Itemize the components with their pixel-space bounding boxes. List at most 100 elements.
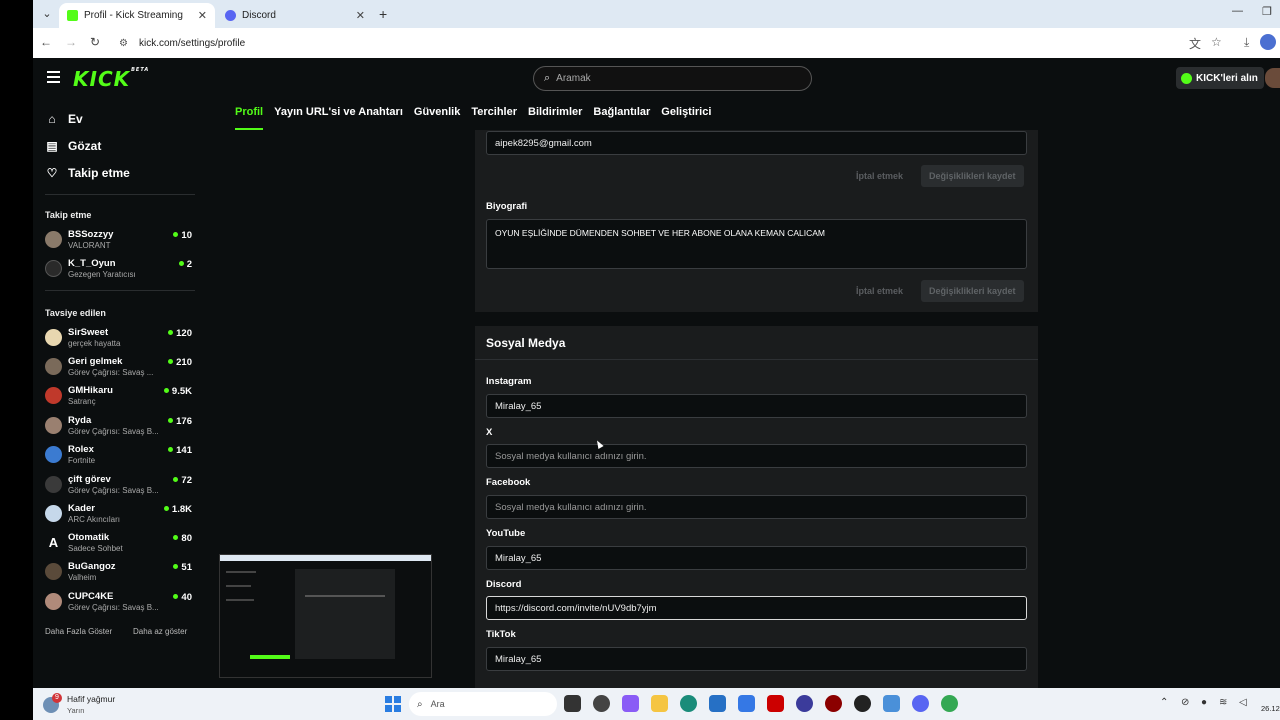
user-avatar[interactable] [1265,68,1280,88]
search-input[interactable] [556,73,757,84]
minimize-icon[interactable]: — [1232,5,1243,17]
chrome-icon[interactable] [941,695,958,712]
x-field[interactable]: Sosyal medya kullanıcı adınızı girin. [486,444,1027,468]
discord-icon[interactable] [912,695,929,712]
channel-item-recommended[interactable]: CUPC4KE Görev Çağrısı: Savaş B... 40 [45,590,192,618]
menu-icon[interactable] [47,71,60,83]
discord-favicon-icon [225,10,236,21]
tab-stream-url-key[interactable]: Yayın URL'si ve Anahtarı [274,106,403,130]
close-icon[interactable]: ✕ [198,9,207,22]
reload-icon[interactable]: ↻ [87,35,103,49]
channel-item-recommended[interactable]: GMHikaru Satranç 9.5K [45,384,192,412]
channel-item-recommended[interactable]: BuGangoz Valheim 51 [45,560,192,588]
instagram-field[interactable]: Miralay_65 [486,394,1027,418]
channel-name: CUPC4KE [68,591,114,602]
channel-item-recommended[interactable]: Rolex Fortnite 141 [45,443,192,471]
back-icon[interactable]: ← [38,35,54,49]
mail-icon[interactable] [738,695,755,712]
steam-icon[interactable] [854,695,871,712]
preview-line [250,655,290,659]
channel-item-following[interactable]: BSSozzyy VALORANT 10 [45,228,192,256]
facebook-field[interactable]: Sosyal medya kullanıcı adınızı girin. [486,495,1027,519]
file-explorer-icon[interactable] [651,695,668,712]
taskbar-search[interactable]: ⌕ Ara [409,692,557,716]
save-changes-button[interactable]: Değişiklikleri kaydet [921,165,1024,187]
channel-name: GMHikaru [68,385,113,396]
tab-strip: ⌄ Profil - Kick Streaming ✕ Discord ✕ + … [33,0,1280,28]
tab-connections[interactable]: Bağlantılar [593,106,650,130]
discord-field[interactable]: https://discord.com/invite/nUV9db7yjm [486,596,1027,620]
search-box[interactable]: ⌕ [533,66,812,91]
site-info-icon[interactable]: ⚙ [119,38,131,49]
tiktok-field[interactable]: Miralay_65 [486,647,1027,671]
kick-logo[interactable]: KICKBETA [73,67,149,91]
viewer-count: 9.5K [164,386,192,397]
sidebar-item-browse[interactable]: ▤ Gözat [45,139,101,153]
edge-icon[interactable] [680,695,697,712]
viewer-count: 2 [179,259,192,270]
cancel-button[interactable]: İptal etmek [856,171,903,181]
tab-preferences[interactable]: Tercihler [471,106,517,130]
preview-line [226,599,254,601]
tab-profile[interactable]: Profil [235,106,264,130]
clock-date[interactable]: 26.12 [1261,704,1280,713]
store-icon[interactable] [709,695,726,712]
x-label: X [486,427,493,438]
capture-icon[interactable] [767,695,784,712]
new-tab-icon[interactable]: + [379,6,387,22]
sidebar-divider [45,290,195,291]
bio-textarea[interactable]: OYUN EŞLİĞİNDE DÜMENDEN SOHBET VE HER AB… [486,219,1027,269]
copilot-icon[interactable] [622,695,639,712]
close-icon[interactable]: ✕ [356,9,365,22]
channel-item-recommended[interactable]: Ryda Görev Çağrısı: Savaş B... 176 [45,414,192,442]
channel-item-recommended[interactable]: SirSweet gerçek hayatta 120 [45,326,192,354]
profile-avatar-icon[interactable] [1260,34,1276,50]
tab-kick[interactable]: Profil - Kick Streaming ✕ [59,3,215,28]
forward-icon[interactable]: → [63,35,79,49]
tab-list-icon[interactable]: ⌄ [39,6,55,22]
youtube-field[interactable]: Miralay_65 [486,546,1027,570]
sidebar-item-following[interactable]: ♡ Takip etme [45,166,130,180]
microphone-icon[interactable]: ● [1201,697,1207,708]
chevron-up-icon[interactable]: ⌃ [1160,697,1168,708]
save-changes-button[interactable]: Değişiklikleri kaydet [921,280,1024,302]
tab-discord[interactable]: Discord ✕ [217,3,373,28]
tab-developer[interactable]: Geliştirici [661,106,711,130]
avatar [45,563,62,580]
windows-start-icon[interactable] [385,696,401,712]
email-field[interactable]: aipek8295@gmail.com [486,131,1027,155]
sidebar-item-home[interactable]: ⌂ Ev [45,112,82,126]
address-bar[interactable]: ⚙ kick.com/settings/profile [111,32,1173,54]
volume-icon[interactable]: ◁ [1239,697,1247,708]
channel-name: Rolex [68,444,94,455]
settings-icon[interactable] [883,695,900,712]
cancel-button[interactable]: İptal etmek [856,286,903,296]
tab-security[interactable]: Güvenlik [414,106,460,130]
viewer-count: 141 [168,445,192,456]
channel-item-recommended[interactable]: çift görev Görev Çağrısı: Savaş B... 72 [45,473,192,501]
channel-category: Görev Çağrısı: Savaş B... [68,603,159,612]
translate-icon[interactable]: 文 [1189,35,1201,52]
show-more-link[interactable]: Daha Fazla Göster [45,627,112,636]
channel-item-recommended[interactable]: Kader ARC Akıncıları 1.8K [45,502,192,530]
get-kicks-label: KICK'leri alın [1196,72,1258,84]
channel-item-recommended[interactable]: Geri gelmek Görev Çağrısı: Savaş ... 210 [45,355,192,383]
avatar [45,446,62,463]
obs-icon[interactable] [593,695,610,712]
wifi-icon[interactable]: ≋ [1219,697,1227,708]
channel-item-recommended[interactable]: A Otomatik Sadece Sohbet 80 [45,531,192,559]
channel-item-following[interactable]: K_T_Oyun Gezegen Yaratıcısı 2 [45,257,192,285]
channel-category: ARC Akıncıları [68,515,121,524]
task-view-icon[interactable] [564,695,581,712]
app-icon[interactable] [796,695,813,712]
app-icon[interactable] [825,695,842,712]
tab-notifications[interactable]: Bildirimler [528,106,582,130]
following-section-title: Takip etme [45,210,92,220]
download-icon[interactable]: ⤓ [1244,35,1249,50]
bookmark-star-icon[interactable]: ☆ [1211,35,1222,49]
restore-icon[interactable]: ❐ [1262,5,1272,18]
network-off-icon[interactable]: ⊘ [1181,697,1189,708]
get-kicks-button[interactable]: KICK'leri alın [1176,67,1264,89]
top-navbar: KICKBETA ⌕ KICK'leri alın [33,58,1280,98]
show-less-link[interactable]: Daha az göster [133,627,187,636]
